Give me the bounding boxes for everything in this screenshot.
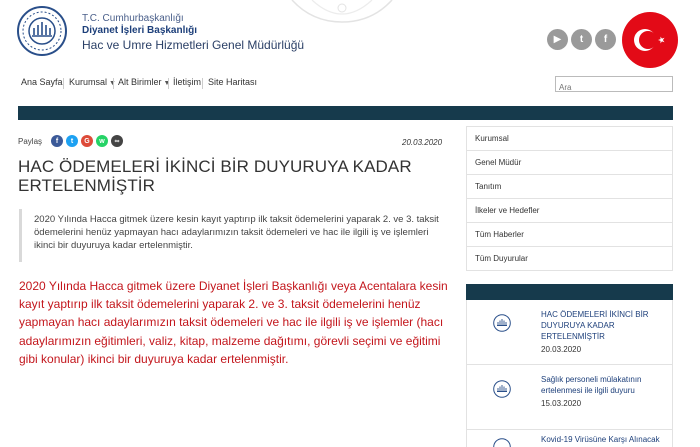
header-divider-bar — [18, 106, 673, 120]
brand-line-3: Hac ve Umre Hizmetleri Genel Müdürlüğü — [82, 38, 305, 52]
brand-text[interactable]: T.C. Cumhurbaşkanlığı Diyanet İşleri Baş… — [82, 13, 304, 53]
news-title[interactable]: HAC ÖDEMELERİ İKİNCİ BİR DUYURUYA KADAR … — [541, 309, 669, 342]
sidebar-news-header-bar — [466, 284, 673, 300]
nav-divider — [63, 78, 64, 89]
nav-divider — [202, 78, 203, 89]
share-facebook-icon[interactable]: f — [51, 135, 63, 147]
news-date: 20.03.2020 — [541, 345, 582, 354]
share-link-icon[interactable]: ∞ — [111, 135, 123, 147]
sidebar-item-kurumsal[interactable]: Kurumsal — [467, 127, 672, 151]
nav-site-haritasi[interactable]: Site Haritası — [208, 77, 257, 87]
header-ornament-icon — [291, 0, 393, 23]
nav-iletisim[interactable]: İletişim — [173, 77, 201, 87]
sidebar-item-tum-haberler[interactable]: Tüm Haberler — [467, 223, 672, 247]
sidebar-item-ilkeler[interactable]: İlkeler ve Hedefler — [467, 199, 672, 223]
share-whatsapp-icon[interactable]: w — [96, 135, 108, 147]
news-item[interactable]: HAC ÖDEMELERİ İKİNCİ BİR DUYURUYA KADAR … — [466, 300, 673, 365]
news-title[interactable]: Kovid-19 Virüsüne Karşı Alınacak — [541, 434, 669, 445]
nav-kurumsal[interactable]: Kurumsal▼ — [69, 77, 116, 87]
sidebar-item-tum-duyurular[interactable]: Tüm Duyurular — [467, 247, 672, 271]
turkish-flag-icon — [622, 12, 678, 68]
news-item[interactable]: Kovid-19 Virüsüne Karşı Alınacak — [466, 430, 673, 447]
share-label: Paylaş — [18, 137, 43, 146]
news-title[interactable]: Sağlık personeli mülakatının ertelenmesi… — [541, 374, 669, 396]
article-date: 20.03.2020 — [402, 138, 443, 147]
diyanet-logo-icon — [493, 314, 511, 332]
brand-line-2: Diyanet İşleri Başkanlığı — [82, 25, 198, 36]
nav-kurumsal-label: Kurumsal — [69, 77, 108, 87]
share-twitter-icon[interactable]: t — [66, 135, 78, 147]
facebook-icon[interactable]: f — [595, 29, 616, 50]
news-item[interactable]: Sağlık personeli mülakatının ertelenmesi… — [466, 365, 673, 430]
news-date: 15.03.2020 — [541, 399, 582, 408]
twitter-icon[interactable]: t — [571, 29, 592, 50]
nav-alt-birimler[interactable]: Alt Birimler ▼ — [118, 77, 170, 87]
article-summary: 2020 Yılında Hacca gitmek üzere kesin ka… — [19, 209, 451, 262]
diyanet-logo-icon — [493, 380, 511, 398]
site-header: T.C. Cumhurbaşkanlığı Diyanet İşleri Baş… — [0, 0, 700, 72]
article-title: HAC ÖDEMELERİ İKİNCİ BİR DUYURUYA KADAR … — [18, 157, 412, 195]
article-body: 2020 Yılında Hacca gitmek üzere Diyanet … — [19, 279, 448, 366]
diyanet-logo-icon — [493, 438, 511, 447]
search-input[interactable] — [556, 80, 672, 95]
nav-ana-sayfa[interactable]: Ana Sayfa — [21, 77, 63, 87]
share-google-plus-icon[interactable]: G — [81, 135, 93, 147]
caret-down-icon: ▼ — [163, 80, 171, 87]
search-box — [555, 76, 673, 95]
nav-alt-birimler-label: Alt Birimler — [118, 77, 162, 87]
nav-divider — [168, 78, 169, 89]
sidebar-menu: Kurumsal Genel Müdür Tanıtım İlkeler ve … — [466, 126, 673, 271]
nav-divider — [113, 78, 114, 89]
youtube-icon[interactable]: ▶ — [547, 29, 568, 50]
sidebar-item-tanitim[interactable]: Tanıtım — [467, 175, 672, 199]
brand-line-1: T.C. Cumhurbaşkanlığı — [82, 13, 184, 24]
diyanet-logo-icon[interactable] — [17, 6, 67, 56]
sidebar-item-genel-mudur[interactable]: Genel Müdür — [467, 151, 672, 175]
